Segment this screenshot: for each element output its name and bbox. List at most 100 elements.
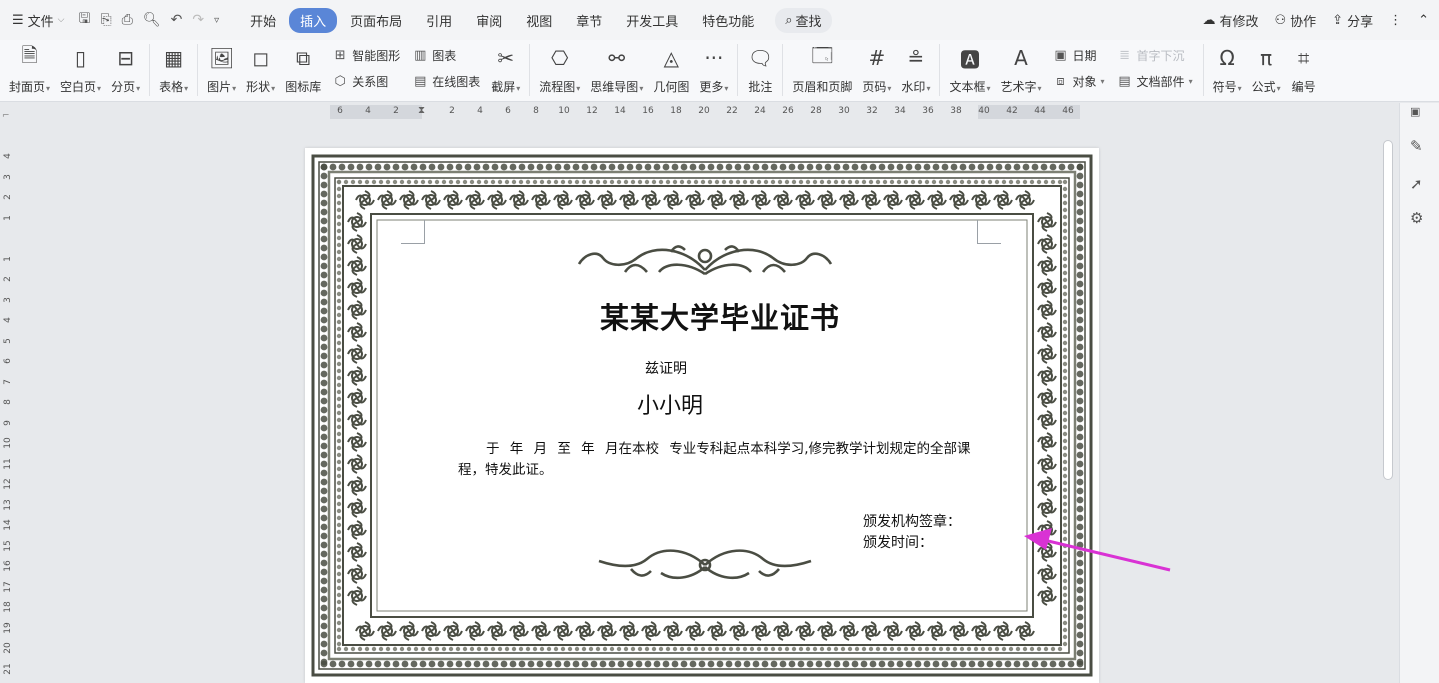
customize-icon[interactable]: ▿: [214, 15, 219, 26]
insert-doc-group: ≣ 首字下沉 ▤ 文档部件 ▾: [1111, 43, 1199, 90]
indent-marker-icon[interactable]: ⧗: [418, 105, 425, 116]
mindmap-button[interactable]: ⚯ 思维导图▾: [585, 43, 648, 99]
more-options-icon[interactable]: ⋮: [1389, 13, 1402, 28]
tab-page-layout[interactable]: 页面布局: [339, 8, 413, 33]
icon-library-icon: ⧉: [296, 46, 311, 70]
right-menu: ☁ 有修改 ⚇ 协作 ⇪ 分享 ⋮ ⌃: [1202, 0, 1429, 40]
shape-button[interactable]: ◻ 形状▾: [241, 43, 280, 99]
tab-view[interactable]: 视图: [515, 8, 563, 33]
smartart-button[interactable]: ⊞ 智能图形: [332, 46, 400, 64]
ruler-tick: 2: [393, 106, 399, 116]
ruler-tick: 8: [533, 106, 539, 116]
wordart-button[interactable]: A 艺术字▾: [995, 43, 1046, 99]
annotation-arrow: [1024, 528, 1171, 572]
ruler-tick: 4: [3, 317, 13, 323]
comment-button[interactable]: 🗨 批注: [742, 43, 778, 99]
page-break-button[interactable]: ⊟ 分页▾: [106, 43, 145, 99]
object-label: 对象: [1072, 74, 1097, 89]
vertical-scrollbar[interactable]: [1383, 140, 1393, 480]
print-icon[interactable]: ⎙: [122, 12, 133, 28]
ruler-tick: 10: [558, 106, 570, 116]
undo-icon[interactable]: ↶: [171, 12, 183, 28]
chart-button[interactable]: ▥ 图表: [412, 46, 480, 64]
more-dots-icon: ···: [704, 46, 724, 70]
divider: [149, 44, 151, 96]
ruler-tick: 4: [477, 106, 483, 116]
pen-icon[interactable]: ✎: [1410, 137, 1423, 155]
cursor-icon[interactable]: ➚: [1410, 175, 1423, 193]
view-toggle-icon[interactable]: ▣: [1410, 105, 1420, 118]
settings-sliders-icon[interactable]: ⚙: [1410, 209, 1423, 227]
wordart-label: 艺术字: [1000, 80, 1037, 94]
date-button[interactable]: ▣ 日期: [1053, 46, 1105, 64]
textbox-button[interactable]: 🅰 文本框▾: [944, 43, 995, 99]
flowchart-button[interactable]: ⎔ 流程图▾: [534, 43, 585, 99]
picture-button[interactable]: 🖼︎ 图片▾: [202, 43, 241, 99]
relation-chart-button[interactable]: ⬡ 关系图: [332, 72, 400, 90]
online-chart-button[interactable]: ▤ 在线图表: [412, 72, 480, 90]
horizontal-ruler[interactable]: ⌐ 6 4 2 2 4 6 8 10 12 14 16 18 20 22 24 26 28 30 32 34 36 38 4…: [0, 103, 1439, 121]
ruler-track: 6 4 2 2 4 6 8 10 12 14 16 18 20 22 24 26 28 30 32 34 36 38 40 4…: [330, 105, 1080, 119]
ruler-tick: 18: [670, 106, 682, 116]
tab-review[interactable]: 审阅: [465, 8, 513, 33]
vertical-ruler[interactable]: 4 3 2 1 1 2 3 4 5 6 7 8 9 10 11 12 13 14 15 16 17 18 19 20 21: [0, 121, 13, 683]
certificate-prove-text[interactable]: 兹证明: [645, 358, 687, 378]
share-button[interactable]: ⇪ 分享: [1332, 11, 1373, 30]
screenshot-button[interactable]: ✂ 截屏▾: [486, 43, 525, 99]
ruler-tick: 46: [1062, 106, 1074, 116]
tab-references[interactable]: 引用: [415, 8, 463, 33]
certificate-date-label[interactable]: 颁发时间：: [863, 532, 933, 552]
formula-button[interactable]: π 公式▾: [1247, 43, 1286, 99]
textbox-label: 文本框: [949, 80, 986, 94]
header-footer-button[interactable]: 🗔 页眉和页脚: [787, 43, 857, 99]
ruler-tick: 6: [505, 106, 511, 116]
search-button[interactable]: ⌕ 查找: [775, 7, 832, 33]
dropcap-button[interactable]: ≣ 首字下沉: [1117, 46, 1193, 64]
collapse-ribbon-icon[interactable]: ⌃: [1418, 13, 1429, 28]
redo-icon[interactable]: ↷: [192, 12, 204, 28]
watermark-button[interactable]: ≗ 水印▾: [896, 43, 935, 99]
collab-button[interactable]: ⚇ 协作: [1275, 11, 1317, 30]
ribbon-group-table: ▦ 表格▾: [154, 40, 193, 102]
certificate-recipient-name[interactable]: 小小明: [637, 388, 703, 420]
changes-label: 有修改: [1219, 14, 1259, 30]
format-painter-icon[interactable]: ⎘: [100, 12, 111, 28]
ruler-tick: 4: [3, 153, 13, 159]
comment-label: 批注: [748, 80, 773, 94]
more-button[interactable]: ··· 更多▾: [694, 43, 733, 99]
blank-page-button[interactable]: ▯ 空白页▾: [55, 43, 106, 99]
certificate-body-text[interactable]: 于 年 月 至 年 月在本校 专业专科起点本科学习,修完教学计划规定的全部课程，…: [458, 439, 978, 481]
certificate-issuer-label[interactable]: 颁发机构签章：: [863, 511, 961, 531]
tab-insert[interactable]: 插入: [289, 7, 338, 33]
tab-section[interactable]: 章节: [565, 8, 613, 33]
tab-home[interactable]: 开始: [239, 8, 287, 33]
save-icon[interactable]: 🖫: [79, 8, 91, 32]
document-page[interactable]: 某某大学毕业证书 兹证明 小小明 于 年 月 至 年 月在本校 专业专科起点本科…: [305, 148, 1099, 683]
table-button[interactable]: ▦ 表格▾: [154, 43, 193, 99]
ruler-tick: 10: [3, 437, 13, 449]
ribbon-group-pages: 🗎 封面页▾ ▯ 空白页▾ ⊟ 分页▾: [4, 40, 145, 102]
ruler-tick: 30: [838, 106, 850, 116]
scissors-icon: ✂: [497, 46, 515, 70]
cover-page-button[interactable]: 🗎 封面页▾: [4, 43, 55, 99]
tab-features[interactable]: 特色功能: [691, 8, 765, 33]
ruler-tick: 15: [3, 539, 13, 552]
online-chart-label: 在线图表: [432, 74, 481, 89]
certificate-title[interactable]: 某某大学毕业证书: [600, 295, 840, 337]
ruler-tick: 6: [337, 106, 343, 116]
doc-parts-button[interactable]: ▤ 文档部件 ▾: [1117, 72, 1192, 90]
page-number-button[interactable]: # 页码▾: [857, 43, 896, 99]
file-menu[interactable]: ☰ 文件 ⌵: [0, 0, 73, 40]
mindmap-label: 思维导图: [590, 80, 639, 94]
icon-library-button[interactable]: ⧉ 图标库: [280, 43, 326, 99]
changes-button[interactable]: ☁ 有修改: [1202, 11, 1258, 30]
symbol-label: 符号: [1212, 80, 1237, 94]
tab-developer[interactable]: 开发工具: [615, 8, 689, 33]
numbering-button[interactable]: ⌗ 编号: [1286, 43, 1322, 99]
relation-chart-label: 关系图: [352, 74, 389, 89]
geometry-button[interactable]: ◬ 几何图: [648, 43, 694, 99]
object-button[interactable]: ⧈ 对象 ▾: [1053, 72, 1104, 90]
symbol-button[interactable]: Ω 符号▾: [1208, 43, 1247, 99]
print-preview-icon[interactable]: 🔍︎: [143, 12, 161, 28]
divider: [197, 44, 199, 96]
